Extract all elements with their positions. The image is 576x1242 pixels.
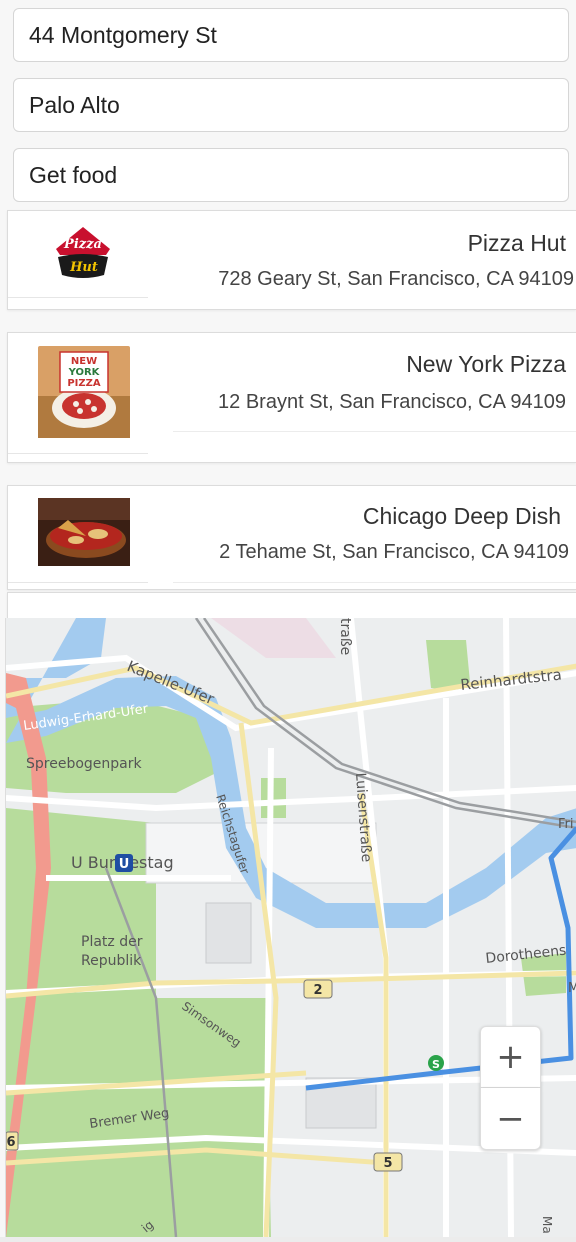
- result-card-pizza-hut[interactable]: Pizza Hut Pizza Hut 728 Geary St, San Fr…: [7, 210, 576, 310]
- result-name: Pizza Hut: [467, 230, 566, 256]
- divider: [173, 582, 576, 583]
- logo-text-new: NEW: [71, 356, 97, 367]
- label-strasse-top: traße: [337, 618, 353, 655]
- city-field[interactable]: [13, 78, 569, 132]
- map-view[interactable]: Kapelle-Ufer Reinhardtstra Ludwig-Erhard…: [5, 618, 576, 1237]
- result-name: New York Pizza: [406, 351, 566, 377]
- road-sign-6-label: 6: [6, 1135, 15, 1150]
- action-input[interactable]: [14, 149, 568, 201]
- divider: [173, 431, 576, 432]
- logo-text-pizza: Pizza: [63, 237, 102, 252]
- logo-text-york: YORK: [68, 367, 101, 378]
- pizza-hut-logo: Pizza Hut: [56, 227, 110, 278]
- city-input[interactable]: [14, 79, 568, 131]
- result-name: Chicago Deep Dish: [362, 503, 561, 529]
- map-building: [205, 902, 252, 964]
- road-sign-2-label: 2: [313, 983, 322, 998]
- zoom-out-button[interactable]: −: [480, 1088, 541, 1150]
- result-address: 728 Geary St, San Francisco, CA 94109: [218, 268, 574, 290]
- logo-text-hut: Hut: [69, 260, 98, 275]
- divider: [8, 453, 148, 454]
- u-bahn-icon-label: U: [119, 857, 130, 872]
- deep-dish-photo: [38, 498, 130, 566]
- result-card-partial: [7, 592, 576, 618]
- address-field[interactable]: [13, 8, 569, 62]
- minus-icon: −: [496, 1098, 525, 1139]
- bottom-bar: [0, 1237, 576, 1242]
- zoom-in-button[interactable]: +: [480, 1026, 541, 1088]
- result-address: 2 Tehame St, San Francisco, CA 94109: [219, 541, 569, 563]
- label-ma: Ma: [540, 1216, 554, 1234]
- result-card-new-york-pizza[interactable]: NEW YORK PIZZA New York Pizza 12 Braynt …: [7, 332, 576, 463]
- action-field[interactable]: [13, 148, 569, 202]
- label-platz-der: Platz der: [81, 934, 143, 950]
- new-york-pizza-logo: NEW YORK PIZZA: [38, 346, 130, 438]
- result-card-chicago-deep-dish[interactable]: Chicago Deep Dish 2 Tehame St, San Franc…: [7, 485, 576, 590]
- divider: [8, 297, 148, 298]
- label-republik: Republik: [81, 953, 142, 969]
- s-bahn-icon-label: S: [432, 1058, 440, 1071]
- divider: [8, 582, 148, 583]
- label-spreebogenpark: Spreebogenpark: [26, 756, 142, 772]
- result-address: 12 Braynt St, San Francisco, CA 94109: [218, 391, 566, 413]
- label-m: M: [568, 981, 576, 996]
- app-screen: Pizza Hut Pizza Hut 728 Geary St, San Fr…: [0, 0, 576, 1242]
- address-input[interactable]: [14, 9, 568, 61]
- logo-text-pizza: PIZZA: [67, 378, 101, 389]
- road-sign-5-label: 5: [383, 1156, 392, 1171]
- plus-icon: +: [496, 1037, 525, 1077]
- label-fri: Fri: [558, 817, 574, 832]
